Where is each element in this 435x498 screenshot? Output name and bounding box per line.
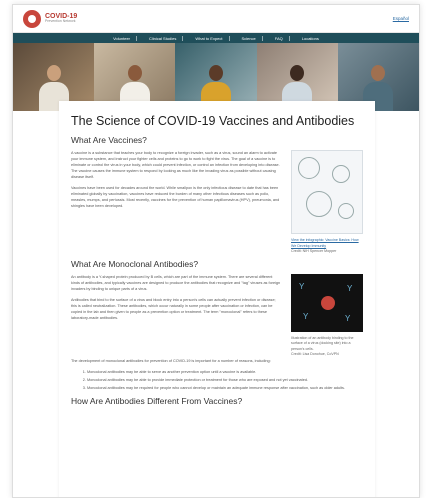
paragraph: An antibody is a Y-shaped protein produc… (71, 274, 281, 291)
nav-item-clinical-studies[interactable]: Clinical Studies (143, 35, 184, 41)
paragraph: Antibodies that bind to the surface of a… (71, 297, 276, 320)
section-heading-differences: How Are Antibodies Different From Vaccin… (71, 395, 243, 406)
section-heading-vaccines: What Are Vaccines? (71, 135, 147, 145)
logo-subtitle: Prevention Network (45, 19, 76, 24)
paragraph: A vaccine is a substance that teaches yo… (71, 151, 280, 179)
figure-credit: Credit: Lisa Donohue, CoVPN (291, 352, 339, 356)
list-item: Monoclonal antibodies may be required fo… (87, 385, 363, 391)
figure-credit: Credit: NIH Spencer Mopper (291, 249, 337, 253)
nav-item-locations[interactable]: Locations (296, 36, 325, 41)
logo-icon (23, 9, 41, 28)
section-heading-monoclonal: What Are Monoclonal Antibodies? (71, 258, 199, 269)
main-nav: Volunteer Clinical Studies What to Expec… (13, 33, 419, 43)
infographic-link[interactable]: View the infographic: Vaccine Basics: Ho… (291, 238, 359, 248)
article-card: The Science of COVID-19 Vaccines and Ant… (59, 101, 375, 497)
figure-caption: Illustration of an antibody binding to t… (291, 335, 354, 351)
list-item: Monoclonal antibodies may be able to ser… (87, 369, 363, 375)
vaccine-infographic-image[interactable] (291, 150, 363, 234)
paragraph: The development of monoclonal antibodies… (71, 358, 271, 363)
nav-item-volunteer[interactable]: Volunteer (107, 35, 138, 41)
list-item: Monoclonal antibodies may be able to pro… (87, 377, 363, 383)
reasons-list: Monoclonal antibodies may be able to ser… (87, 369, 363, 391)
site-logo[interactable]: COVID-19 Prevention Network (23, 9, 77, 28)
nav-item-science[interactable]: Science (236, 35, 263, 41)
antibody-illustration-image: Y Y Y Y (291, 273, 363, 332)
nav-item-faq[interactable]: FAQ (269, 35, 290, 41)
paragraph: Vaccines have been used for decades arou… (71, 186, 280, 208)
browser-page: COVID-19 Prevention Network Español Volu… (12, 4, 420, 498)
site-header: COVID-19 Prevention Network Español (13, 5, 419, 33)
nav-item-what-to-expect[interactable]: What to Expect (189, 35, 230, 41)
page-title: The Science of COVID-19 Vaccines and Ant… (71, 114, 355, 128)
language-link[interactable]: Español (393, 16, 409, 21)
